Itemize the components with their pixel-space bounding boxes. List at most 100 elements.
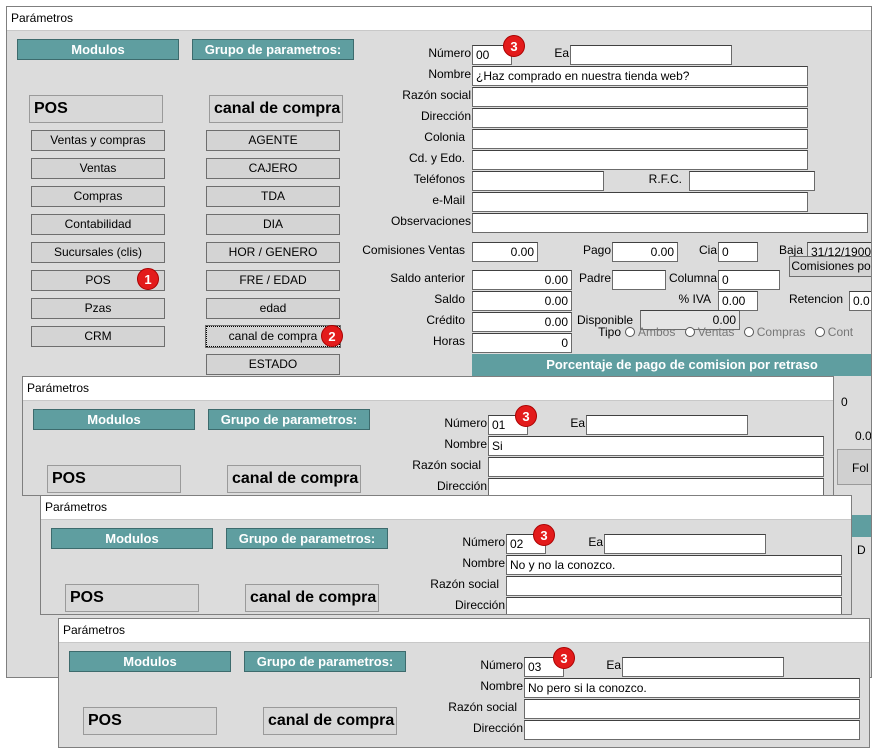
observaciones-label: Observaciones — [390, 214, 471, 228]
grupo-parametros-header: Grupo de parametros: — [226, 528, 388, 549]
module-button-ventas[interactable]: Ventas — [31, 158, 165, 179]
email-label: e-Mail — [432, 193, 465, 207]
group-button-cajero[interactable]: CAJERO — [206, 158, 340, 179]
comisiones-por-button[interactable]: Comisiones po — [789, 256, 871, 277]
iva-label: % IVA — [678, 292, 711, 306]
porcentaje-retraso-header: Porcentaje de pago de comision por retra… — [472, 354, 871, 376]
numero-label: Número — [444, 416, 487, 430]
side-value-00: 0.0 — [855, 429, 872, 443]
side-teal-strip — [849, 515, 871, 537]
columna-label: Columna — [668, 271, 717, 285]
radio-ventas[interactable] — [684, 327, 695, 337]
comisiones-ventas-field[interactable]: 0.00 — [472, 242, 538, 262]
razon-social-field[interactable] — [524, 699, 860, 719]
baja-label: Baja — [778, 243, 803, 257]
saldo-anterior-label: Saldo anterior — [390, 271, 465, 285]
ea-field[interactable] — [570, 45, 732, 65]
columna-field[interactable]: 0 — [718, 270, 780, 290]
ea-field[interactable] — [622, 657, 784, 677]
horas-label: Horas — [432, 334, 465, 348]
nombre-field[interactable]: ¿Haz comprado en nuestra tienda web? — [472, 66, 808, 86]
saldo-field[interactable]: 0.00 — [472, 291, 572, 311]
direccion-field[interactable] — [488, 478, 824, 495]
rfc-field[interactable] — [689, 171, 815, 191]
credito-field[interactable]: 0.00 — [472, 312, 572, 332]
pago-field[interactable]: 0.00 — [612, 242, 678, 262]
group-button-hor-genero[interactable]: HOR / GENERO — [206, 242, 340, 263]
group-button-estado[interactable]: ESTADO — [206, 354, 340, 375]
ea-field[interactable] — [604, 534, 766, 554]
razon-social-field[interactable] — [506, 576, 842, 596]
parametros-window-record-01: Parámetros Modulos Grupo de parametros: … — [22, 376, 834, 496]
module-button-crm[interactable]: CRM — [31, 326, 165, 347]
cd-edo-field[interactable] — [472, 150, 808, 170]
radio-cont-label: Cont — [827, 325, 854, 339]
saldo-label: Saldo — [434, 292, 465, 306]
callout-badge-2: 2 — [321, 325, 343, 347]
module-button-contabilidad[interactable]: Contabilidad — [31, 214, 165, 235]
retencion-field[interactable]: 0.0 — [849, 291, 871, 311]
telefonos-label: Teléfonos — [413, 172, 465, 186]
grupo-parametros-header: Grupo de parametros: — [244, 651, 406, 672]
observaciones-field[interactable] — [472, 213, 868, 233]
window-title: Parámetros — [7, 7, 871, 31]
group-button-edad[interactable]: edad — [206, 298, 340, 319]
email-field[interactable] — [472, 192, 808, 212]
folio-column-label: Fol — [852, 461, 869, 475]
pago-label: Pago — [582, 243, 611, 257]
group-button-tda[interactable]: TDA — [206, 186, 340, 207]
saldo-anterior-field[interactable]: 0.00 — [472, 270, 572, 290]
module-display: POS — [29, 95, 163, 123]
callout-badge-3: 3 — [553, 647, 575, 669]
window-client: Modulos Grupo de parametros: POS canal d… — [59, 643, 869, 747]
callout-badge-3: 3 — [515, 405, 537, 427]
module-button-ventas-y-compras[interactable]: Ventas y compras — [31, 130, 165, 151]
radio-ambos[interactable] — [625, 327, 635, 337]
nombre-field[interactable]: Si — [488, 436, 824, 456]
direccion-field[interactable] — [524, 720, 860, 740]
comisiones-ventas-label: Comisiones Ventas — [362, 243, 465, 257]
razon-social-field[interactable] — [488, 457, 824, 477]
window-client: Modulos Grupo de parametros: POS canal d… — [23, 401, 833, 495]
direccion-label: Dirección — [420, 109, 471, 123]
radio-cont[interactable] — [814, 327, 825, 337]
nombre-label: Nombre — [480, 679, 523, 693]
direccion-label: Dirección — [472, 721, 523, 735]
module-button-compras[interactable]: Compras — [31, 186, 165, 207]
nombre-field[interactable]: No pero si la conozco. — [524, 678, 860, 698]
parametros-window-record-03: Parámetros Modulos Grupo de parametros: … — [58, 618, 870, 748]
nombre-field[interactable]: No y no la conozco. — [506, 555, 842, 575]
padre-label: Padre — [578, 271, 611, 285]
horas-field[interactable]: 0 — [472, 333, 572, 353]
group-button-fre-edad[interactable]: FRE / EDAD — [206, 270, 340, 291]
colonia-label: Colonia — [424, 130, 465, 144]
module-button-pzas[interactable]: Pzas — [31, 298, 165, 319]
ea-field[interactable] — [586, 415, 748, 435]
razon-social-label: Razón social — [448, 700, 517, 714]
window-title: Parámetros — [59, 619, 869, 643]
group-button-agente[interactable]: AGENTE — [206, 130, 340, 151]
iva-field[interactable]: 0.00 — [718, 291, 758, 311]
module-button-sucursales[interactable]: Sucursales (clis) — [31, 242, 165, 263]
grupo-parametros-header: Grupo de parametros: — [192, 39, 354, 60]
grupo-parametros-header: Grupo de parametros: — [208, 409, 370, 430]
colonia-field[interactable] — [472, 129, 808, 149]
group-button-dia[interactable]: DIA — [206, 214, 340, 235]
radio-compras[interactable] — [743, 327, 754, 337]
razon-social-field[interactable] — [472, 87, 808, 107]
direccion-field[interactable] — [506, 597, 842, 614]
direccion-label: Dirección — [436, 479, 487, 493]
radio-ventas-label: Ventas — [697, 325, 735, 339]
group-display: canal de compra — [227, 465, 361, 493]
cia-field[interactable]: 0 — [718, 242, 758, 262]
numero-label: Número — [480, 658, 523, 672]
razon-social-label: Razón social — [430, 577, 499, 591]
group-button-canal-de-compra[interactable]: canal de compra — [205, 325, 341, 348]
module-display: POS — [83, 707, 217, 735]
window-client: Modulos Grupo de parametros: POS canal d… — [41, 520, 851, 614]
telefonos-field[interactable] — [472, 171, 604, 191]
module-display: POS — [47, 465, 181, 493]
radio-compras-label: Compras — [756, 325, 806, 339]
direccion-field[interactable] — [472, 108, 808, 128]
module-display: POS — [65, 584, 199, 612]
